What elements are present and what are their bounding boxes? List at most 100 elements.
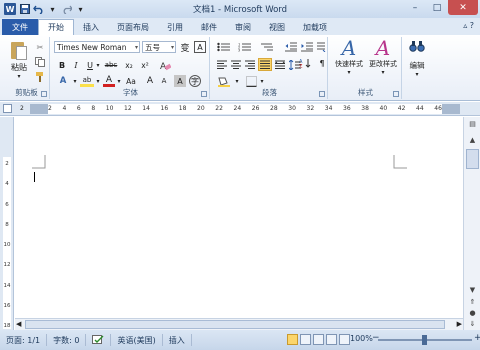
show-marks-icon[interactable]: ¶ — [316, 57, 328, 69]
maximize-icon[interactable]: □ — [426, 0, 448, 15]
web-layout-icon[interactable] — [313, 334, 324, 345]
copy-icon[interactable] — [34, 56, 46, 68]
multilevel-list-icon[interactable] — [259, 41, 275, 53]
tab-page-layout[interactable]: 页面布局 — [108, 19, 158, 35]
align-left-icon[interactable] — [216, 59, 228, 70]
full-screen-reading-icon[interactable] — [300, 334, 311, 345]
shading-dropdown-icon[interactable]: ▾ — [234, 75, 240, 87]
cut-icon[interactable]: ✂ — [34, 41, 46, 53]
tab-review[interactable]: 审阅 — [226, 19, 260, 35]
decrease-indent-icon[interactable] — [284, 41, 297, 53]
zoom-out-icon[interactable]: − — [372, 333, 380, 343]
line-spacing-icon[interactable] — [288, 59, 302, 70]
clear-formatting-icon[interactable]: A — [158, 59, 172, 71]
font-name-combo[interactable]: Times New Roman ▾ — [54, 41, 140, 53]
change-case-button[interactable]: Aa — [124, 75, 138, 87]
tab-references[interactable]: 引用 — [158, 19, 192, 35]
tab-view[interactable]: 视图 — [260, 19, 294, 35]
format-painter-icon[interactable] — [34, 71, 46, 83]
vertical-ruler[interactable]: 2 4 6 8 10 12 14 16 18 — [0, 117, 14, 330]
paste-button[interactable]: 粘贴 ▾ — [8, 39, 30, 80]
bullets-icon[interactable] — [216, 41, 232, 53]
close-icon[interactable]: ✕ — [448, 0, 478, 15]
highlight-dropdown-icon[interactable]: ▾ — [95, 75, 101, 87]
align-right-icon[interactable] — [244, 59, 256, 70]
scroll-left-icon[interactable]: ◀ — [16, 320, 21, 328]
grow-font-button[interactable]: A — [144, 75, 156, 87]
tab-home[interactable]: 开始 — [38, 19, 74, 35]
horizontal-ruler[interactable]: 2 4 6 8 10 12 14 16 18 20 22 24 26 28 30… — [0, 102, 480, 116]
zoom-in-icon[interactable]: + — [474, 333, 480, 343]
vertical-scrollbar[interactable]: ▤ ▲ ▼ ⇑ ● ⇓ — [463, 117, 480, 330]
font-launcher-icon[interactable] — [201, 91, 207, 97]
tab-addins[interactable]: 加载项 — [294, 19, 336, 35]
print-layout-icon[interactable] — [287, 334, 298, 345]
change-styles-button[interactable]: A 更改样式 ▾ — [366, 37, 400, 76]
zoom-slider-knob[interactable] — [422, 335, 427, 345]
quick-styles-button[interactable]: A 快速样式 ▾ — [332, 37, 366, 76]
underline-dropdown-icon[interactable]: ▾ — [95, 59, 101, 71]
strikethrough-button[interactable]: abc — [103, 59, 119, 71]
help-icon[interactable]: ▵ ? — [463, 21, 474, 30]
justify-icon[interactable] — [258, 58, 272, 71]
zoom-slider[interactable] — [378, 335, 472, 345]
styles-launcher-icon[interactable] — [393, 91, 399, 97]
bold-button[interactable]: B — [56, 59, 68, 71]
editing-dropdown-icon[interactable]: ▾ — [415, 71, 418, 78]
tab-insert[interactable]: 插入 — [74, 19, 108, 35]
proofing-icon[interactable] — [86, 334, 112, 346]
font-size-combo[interactable]: 五号 ▾ — [142, 41, 176, 53]
font-color-button[interactable]: A — [103, 75, 115, 87]
italic-button[interactable]: I — [70, 59, 82, 71]
document-page[interactable] — [15, 117, 463, 324]
horizontal-scroll-thumb[interactable] — [25, 320, 445, 329]
distributed-icon[interactable] — [274, 59, 286, 70]
ruler-toggle-icon[interactable]: ▤ — [466, 119, 479, 129]
font-size-dropdown-icon[interactable]: ▾ — [171, 44, 174, 51]
language-indicator[interactable]: 英语(美国) — [111, 334, 163, 346]
vertical-scroll-thumb[interactable] — [466, 149, 479, 169]
clipboard-launcher-icon[interactable] — [41, 91, 47, 97]
next-page-icon[interactable]: ⇓ — [466, 319, 479, 329]
quick-styles-dropdown-icon[interactable]: ▾ — [347, 69, 350, 76]
change-styles-dropdown-icon[interactable]: ▾ — [381, 69, 384, 76]
chinese-layout-icon[interactable] — [315, 41, 327, 53]
paste-dropdown-icon[interactable]: ▾ — [17, 73, 20, 80]
phonetic-guide-button[interactable]: 变 — [179, 41, 191, 54]
page-count[interactable]: 页面: 1/1 — [0, 334, 48, 346]
enclose-characters-button[interactable]: 字 — [189, 75, 201, 87]
horizontal-scrollbar[interactable]: ◀ ▶ — [15, 318, 463, 330]
zoom-level[interactable]: 100% — [350, 334, 373, 343]
highlight-button[interactable]: ab — [80, 75, 94, 87]
tab-selector-icon[interactable] — [3, 104, 12, 113]
editing-button[interactable]: 编辑 ▾ — [406, 39, 428, 78]
previous-page-icon[interactable]: ⇑ — [466, 297, 479, 307]
tab-file[interactable]: 文件 — [2, 19, 38, 35]
numbering-icon[interactable]: 123 — [237, 41, 253, 53]
text-effects-dropdown-icon[interactable]: ▾ — [72, 75, 78, 87]
word-count[interactable]: 字数: 0 — [47, 334, 87, 346]
select-browse-object-icon[interactable]: ● — [466, 308, 479, 318]
shading-icon[interactable] — [216, 75, 232, 87]
minimize-icon[interactable]: – — [404, 0, 426, 15]
character-border-button[interactable]: A — [194, 41, 206, 53]
paragraph-launcher-icon[interactable] — [319, 91, 325, 97]
scroll-up-icon[interactable]: ▲ — [466, 135, 479, 145]
font-name-dropdown-icon[interactable]: ▾ — [135, 44, 138, 51]
shrink-font-button[interactable]: A — [158, 75, 170, 87]
subscript-button[interactable]: x₂ — [122, 59, 136, 71]
scroll-down-icon[interactable]: ▼ — [466, 285, 479, 295]
borders-icon[interactable] — [244, 75, 258, 87]
font-color-dropdown-icon[interactable]: ▾ — [116, 75, 122, 87]
scroll-right-icon[interactable]: ▶ — [457, 320, 462, 328]
increase-indent-icon[interactable] — [300, 41, 313, 53]
draft-icon[interactable] — [339, 334, 350, 345]
text-effects-button[interactable]: A — [56, 75, 70, 87]
align-center-icon[interactable] — [230, 59, 242, 70]
borders-dropdown-icon[interactable]: ▾ — [259, 75, 265, 87]
tab-mailings[interactable]: 邮件 — [192, 19, 226, 35]
character-shading-button[interactable]: A — [174, 75, 186, 87]
outline-icon[interactable] — [326, 334, 337, 345]
insert-mode[interactable]: 插入 — [163, 334, 192, 346]
superscript-button[interactable]: x² — [138, 59, 152, 71]
